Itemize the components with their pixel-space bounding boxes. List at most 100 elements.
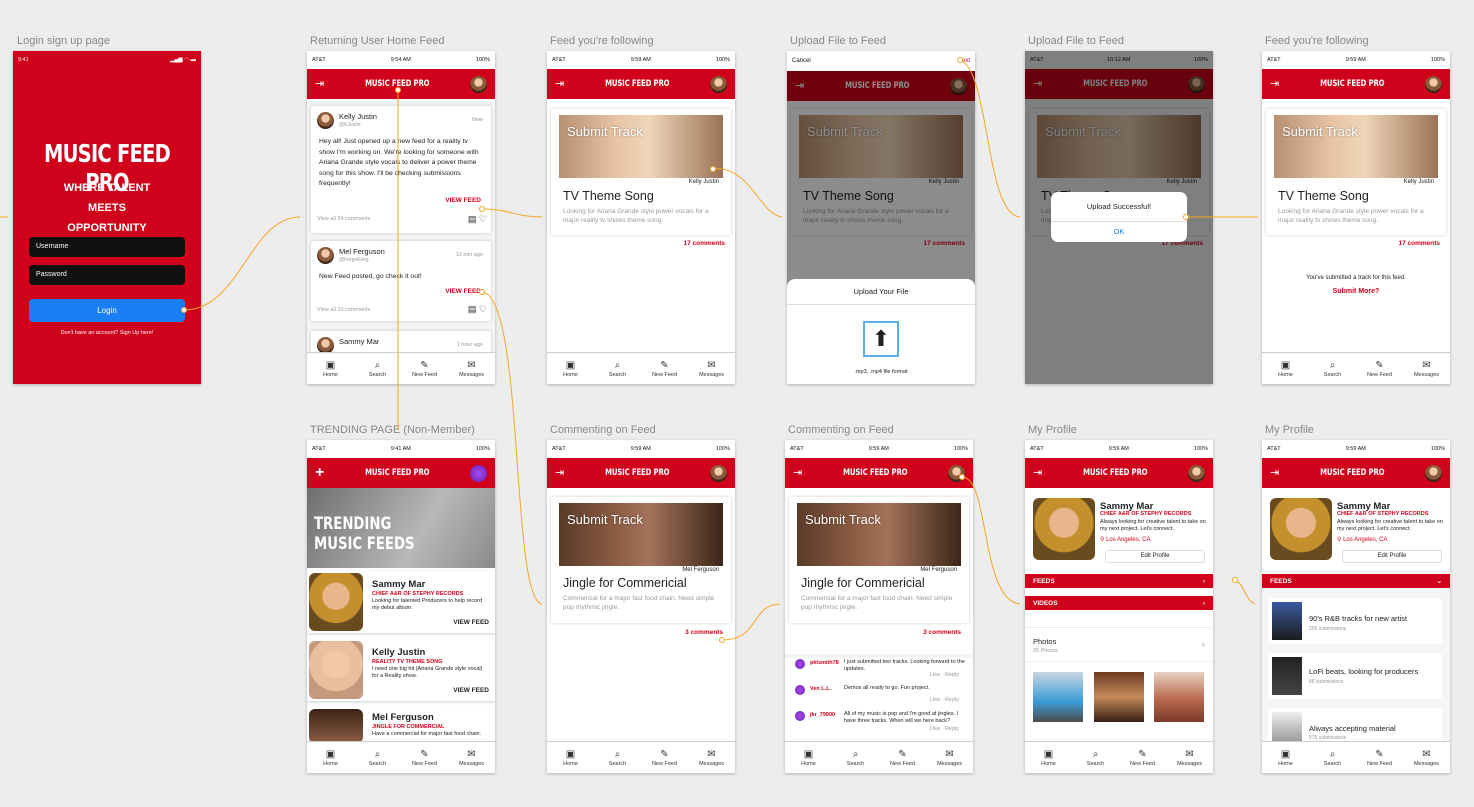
trending-row[interactable]: Mel Ferguson JINGLE FOR COMMERCIAL Have … (307, 707, 495, 743)
tab-messages[interactable]: ✉ Messages (1407, 749, 1447, 767)
tab-search[interactable]: ⌕ Search (836, 749, 876, 767)
comment-user[interactable]: Ven L.L. (810, 686, 831, 692)
like-button[interactable]: Like (930, 672, 940, 678)
tab-messages[interactable]: ✉ Messages (1407, 360, 1447, 378)
logout-icon[interactable]: ⇥ (1270, 467, 1279, 479)
tab-new-feed[interactable]: ✎ New Feed (405, 360, 445, 378)
trending-row[interactable]: Sammy Mar CHIEF A&R OF STEPHY RECORDS Lo… (307, 571, 495, 633)
avatar[interactable] (709, 464, 727, 482)
tab-messages[interactable]: ✉ Messages (692, 360, 732, 378)
tab-search[interactable]: ⌕ Search (358, 360, 398, 378)
next-button[interactable]: Next (958, 58, 970, 64)
view-feed-link[interactable]: VIEW FEED (453, 619, 489, 626)
tab-new-feed[interactable]: ✎ New Feed (645, 749, 685, 767)
tab-messages[interactable]: ✉ Messages (1170, 749, 1210, 767)
tab-new-feed[interactable]: ✎ New Feed (1360, 360, 1400, 378)
comments-count[interactable]: 17 comments (683, 240, 725, 247)
avatar[interactable] (1424, 75, 1442, 93)
feed-artist: Mel Ferguson (682, 567, 719, 573)
tab-home[interactable]: ▣ Home (551, 749, 591, 767)
tab-messages[interactable]: ✉ Messages (452, 360, 492, 378)
view-feed-link[interactable]: VIEW FEED (453, 687, 489, 694)
compose-icon: ✎ (1375, 359, 1384, 371)
tab-home[interactable]: ▣ Home (551, 360, 591, 378)
tab-messages[interactable]: ✉ Messages (930, 749, 970, 767)
tab-search[interactable]: ⌕ Search (598, 749, 638, 767)
avatar (317, 112, 334, 129)
logout-icon[interactable]: ⇥ (793, 467, 802, 479)
reply-button[interactable]: Reply (945, 672, 959, 678)
view-feed-link[interactable]: VIEW FEED (445, 288, 481, 295)
tab-search[interactable]: ⌕ Search (598, 360, 638, 378)
comment-user[interactable]: jkr_79900 (810, 712, 835, 718)
tab-messages[interactable]: ✉ Messages (452, 749, 492, 767)
photo-thumbnail[interactable] (1094, 672, 1144, 722)
avatar[interactable] (947, 464, 965, 482)
logout-icon[interactable]: ⇥ (1270, 78, 1279, 90)
like-button[interactable]: Like (930, 726, 940, 732)
tab-new-feed[interactable]: ✎ New Feed (645, 360, 685, 378)
cancel-button[interactable]: Cancel (792, 58, 811, 64)
photo-thumbnail[interactable] (1033, 672, 1083, 722)
username-field[interactable]: Username (29, 237, 185, 257)
comment-user[interactable]: pklsmith78 (810, 660, 839, 666)
comments-count[interactable]: 3 comments (685, 629, 723, 636)
tab-search[interactable]: ⌕ Search (358, 749, 398, 767)
avatar[interactable] (1187, 464, 1205, 482)
avatar[interactable] (709, 75, 727, 93)
reply-button[interactable]: Reply (945, 726, 959, 732)
submit-more-link[interactable]: Submit More? (1262, 288, 1450, 295)
tab-new-feed[interactable]: ✎ New Feed (405, 749, 445, 767)
view-comments-link[interactable]: View all 10 comments (317, 307, 370, 313)
logout-icon[interactable]: ⇥ (1033, 467, 1042, 479)
submit-track-button[interactable]: Submit Track (567, 512, 643, 527)
tab-new-feed[interactable]: ✎ New Feed (1360, 749, 1400, 767)
feeds-section-bar[interactable]: FEEDS ⌄ (1262, 574, 1450, 588)
plus-icon[interactable]: + (315, 464, 324, 482)
login-button[interactable]: Login (29, 299, 185, 322)
upload-icon[interactable]: ⬆ (863, 321, 899, 357)
tab-search[interactable]: ⌕ Search (1313, 360, 1353, 378)
avatar[interactable] (469, 464, 487, 482)
like-heart-icon[interactable]: ▤ ♡ (468, 304, 487, 315)
comments-count[interactable]: 17 comments (1398, 240, 1440, 247)
tab-home[interactable]: ▣ Home (1029, 749, 1069, 767)
like-heart-icon[interactable]: ▤ ♡ (468, 214, 487, 225)
view-comments-link[interactable]: View all 24 comments (317, 216, 370, 222)
logout-icon[interactable]: ⇥ (555, 78, 564, 90)
logout-icon[interactable]: ⇥ (315, 78, 324, 90)
tab-home[interactable]: ▣ Home (311, 749, 351, 767)
submit-track-button[interactable]: Submit Track (567, 124, 643, 139)
tab-messages[interactable]: ✉ Messages (692, 749, 732, 767)
alert-ok-button[interactable]: OK (1051, 222, 1187, 236)
tab-home[interactable]: ▣ Home (1266, 749, 1306, 767)
trending-row[interactable]: Kelly Justin REALITY TV THEME SONG I nee… (307, 639, 495, 701)
reply-button[interactable]: Reply (945, 697, 959, 703)
password-field[interactable]: Password (29, 265, 185, 285)
edit-profile-button[interactable]: Edit Profile (1105, 550, 1205, 563)
like-button[interactable]: Like (930, 697, 940, 703)
tab-new-feed[interactable]: ✎ New Feed (883, 749, 923, 767)
profile-feed-item[interactable]: 90's R&B tracks for new artist 200 submi… (1268, 598, 1442, 644)
tab-home[interactable]: ▣ Home (311, 360, 351, 378)
logout-icon[interactable]: ⇥ (555, 467, 564, 479)
view-feed-link[interactable]: VIEW FEED (445, 197, 481, 204)
tab-home[interactable]: ▣ Home (1266, 360, 1306, 378)
photos-row[interactable]: Photos 25 Photos › (1025, 627, 1213, 662)
tab-home[interactable]: ▣ Home (789, 749, 829, 767)
signup-link[interactable]: Don't have an account? Sign Up here! (13, 330, 201, 336)
submit-track-button[interactable]: Submit Track (805, 512, 881, 527)
photo-thumbnail[interactable] (1154, 672, 1204, 722)
tab-search[interactable]: ⌕ Search (1313, 749, 1353, 767)
feeds-section-bar[interactable]: FEEDS › (1025, 574, 1213, 588)
avatar[interactable] (469, 75, 487, 93)
profile-feed-item[interactable]: Always accepting material 578 submission… (1268, 708, 1442, 742)
comments-count[interactable]: 3 comments (923, 629, 961, 636)
edit-profile-button[interactable]: Edit Profile (1342, 550, 1442, 563)
videos-section-bar[interactable]: VIDEOS › (1025, 596, 1213, 610)
tab-search[interactable]: ⌕ Search (1076, 749, 1116, 767)
profile-feed-item[interactable]: LoFi beats, looking for producers 88 sub… (1268, 653, 1442, 699)
tab-new-feed[interactable]: ✎ New Feed (1123, 749, 1163, 767)
submit-track-button[interactable]: Submit Track (1282, 124, 1358, 139)
avatar[interactable] (1424, 464, 1442, 482)
